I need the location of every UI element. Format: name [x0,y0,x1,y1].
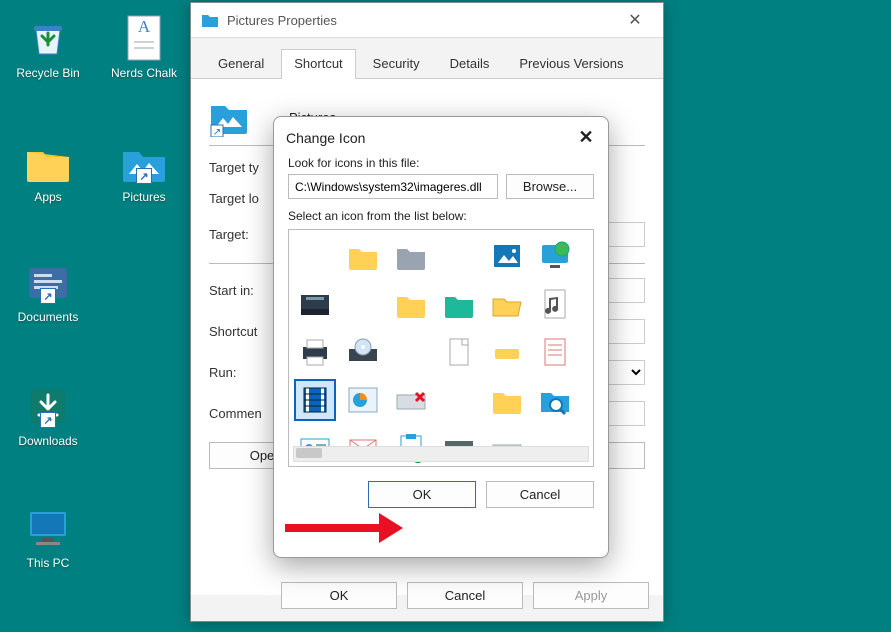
tab-general[interactable]: General [205,49,277,79]
icon-item-folder-teal[interactable] [439,284,479,324]
icon-item-dvd-drive[interactable] [343,332,383,372]
label-shortcut-key: Shortcut [209,324,283,339]
label-comment: Commen [209,406,283,421]
icon-item-picture[interactable] [487,236,527,276]
icon-item-blank[interactable] [343,284,383,324]
dialog-header[interactable]: Change Icon ✕ [274,117,608,156]
icon-item-drive-x[interactable] [391,380,431,420]
icon-item-floppy-drive[interactable] [295,284,335,324]
horizontal-scrollbar[interactable] [293,446,589,462]
select-label: Select an icon from the list below: [288,209,594,223]
icon-item-search-folder[interactable] [535,380,575,420]
pictures-folder-icon [201,11,219,29]
tab-details[interactable]: Details [437,49,503,79]
icon-item-folder-gray[interactable] [391,236,431,276]
icon-item-blank[interactable] [295,236,335,276]
tab-shortcut[interactable]: Shortcut [281,49,355,79]
icon-item-folder-open[interactable] [487,284,527,324]
svg-text:↗: ↗ [213,127,221,137]
close-button[interactable]: ✕ [617,10,653,30]
desktop-icon-label: Documents [8,310,88,324]
desktop-icon-label: Recycle Bin [8,66,88,80]
desktop-icon-apps[interactable]: Apps [8,138,88,204]
window-title: Pictures Properties [227,13,617,28]
desktop-icon-label: Nerds Chalk [104,66,184,80]
icon-item-printer[interactable] [295,332,335,372]
icon-item-pie-chart[interactable] [343,380,383,420]
icon-item-folder-yellow[interactable] [487,380,527,420]
desktop-icon-label: This PC [8,556,88,570]
cancel-button[interactable]: Cancel [407,582,523,609]
dialog-title: Change Icon [286,130,576,146]
shortcut-arrow-icon: ↗ [136,168,152,184]
desktop-icon-recycle-bin[interactable]: Recycle Bin [8,14,88,80]
browse-button[interactable]: Browse... [506,174,594,199]
icon-item-blank[interactable] [439,236,479,276]
desktop-icon-this-pc[interactable]: This PC [8,504,88,570]
label-target-type: Target ty [209,160,283,175]
label-run: Run: [209,365,283,380]
look-label: Look for icons in this file: [288,156,594,170]
ok-button[interactable]: OK [368,481,476,508]
desktop-icon-label: Pictures [104,190,184,204]
titlebar[interactable]: Pictures Properties ✕ [191,3,663,38]
desktop-icon-documents[interactable]: ↗ Documents [8,258,88,324]
ok-button[interactable]: OK [281,582,397,609]
icon-item-rect-yellow[interactable] [487,332,527,372]
dialog-footer: OK Cancel Apply [281,582,649,609]
cancel-button[interactable]: Cancel [486,481,594,508]
label-target-location: Target lo [209,191,283,206]
desktop-icon-nerds-chalk[interactable]: A Nerds Chalk [104,14,184,80]
close-button[interactable]: ✕ [576,127,596,148]
icon-list[interactable] [288,229,594,467]
svg-text:A: A [138,17,151,36]
desktop-icon-downloads[interactable]: ↗ Downloads [8,382,88,448]
pictures-folder-icon: ↗ [209,97,249,137]
desktop-icon-label: Downloads [8,434,88,448]
change-icon-dialog: Change Icon ✕ Look for icons in this fil… [273,116,609,558]
icon-item-blank[interactable] [391,332,431,372]
tab-previous-versions[interactable]: Previous Versions [506,49,636,79]
desktop-icon-label: Apps [8,190,88,204]
icon-item-music-file[interactable] [535,284,575,324]
icon-item-folder-yellow[interactable] [391,284,431,324]
tab-strip: General Shortcut Security Details Previo… [191,38,663,79]
icon-item-folder-yellow[interactable] [343,236,383,276]
tab-security[interactable]: Security [360,49,433,79]
label-start-in: Start in: [209,283,283,298]
icon-item-blank[interactable] [439,380,479,420]
icon-item-monitor-globe[interactable] [535,236,575,276]
icon-item-file[interactable] [439,332,479,372]
shortcut-arrow-icon: ↗ [40,288,56,304]
apply-button[interactable]: Apply [533,582,649,609]
label-target: Target: [209,227,283,242]
shortcut-arrow-icon: ↗ [40,412,56,428]
icon-path-input[interactable] [288,174,498,199]
icon-item-lined-paper[interactable] [535,332,575,372]
desktop-icon-pictures[interactable]: ↗ Pictures [104,138,184,204]
icon-item-film[interactable] [295,380,335,420]
